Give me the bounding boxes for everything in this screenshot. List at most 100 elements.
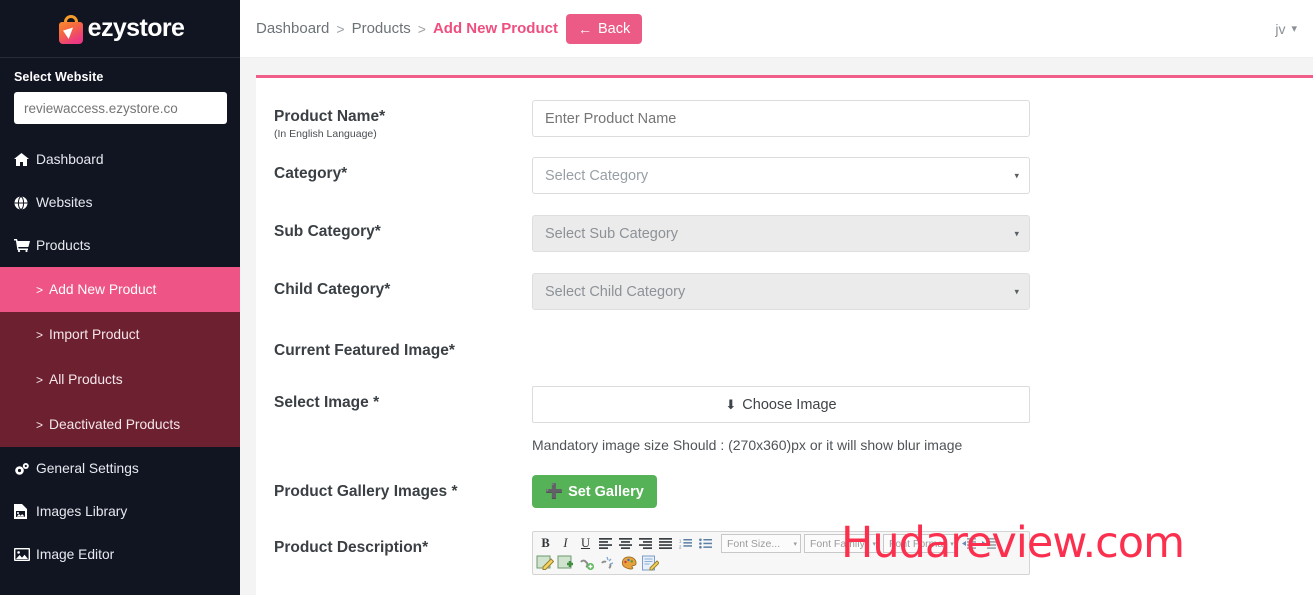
sidebar-item-add-new-product[interactable]: > Add New Product (0, 267, 240, 312)
product-name-input[interactable] (532, 100, 1030, 137)
row-product-gallery: Product Gallery Images * ➕ Set Gallery (256, 475, 1313, 508)
rich-text-editor[interactable]: B I U 1 2 Font Size... ▾ Font Family: ▾ … (532, 531, 1030, 575)
italic-icon[interactable]: I (556, 534, 575, 553)
field-sub-category: ▾ (532, 215, 1030, 252)
field-category: ▾ (532, 157, 1030, 194)
breadcrumb-separator: > (417, 20, 426, 37)
sidebar-item-label: Products (36, 238, 91, 253)
chevron-down-icon: ▾ (872, 540, 876, 548)
field-select-image: ⬇ Choose Image Mandatory image size Shou… (532, 386, 1030, 453)
sidebar-item-label: All Products (49, 372, 123, 387)
image-size-hint: Mandatory image size Should : (270x360)p… (532, 437, 963, 453)
font-size-label: Font Size... (727, 537, 781, 550)
label-text: Product Name* (274, 108, 386, 125)
row-select-image: Select Image * ⬇ Choose Image Mandatory … (256, 386, 1313, 453)
align-right-icon[interactable] (636, 534, 655, 553)
sidebar-item-label: Image Editor (36, 547, 115, 562)
editor-toolbar-row-2 (533, 555, 1029, 574)
select-website-section: Select Website (0, 58, 240, 138)
sidebar-item-images-library[interactable]: Images Library (0, 490, 240, 533)
sidebar-item-products[interactable]: Products (0, 224, 240, 267)
label-sub-category: Sub Category* (274, 223, 381, 240)
child-category-select[interactable] (532, 273, 1030, 310)
align-center-icon[interactable] (616, 534, 635, 553)
choose-image-button[interactable]: ⬇ Choose Image (532, 386, 1030, 423)
sidebar-item-label: Images Library (36, 504, 128, 519)
editor-toolbar-row-1: B I U 1 2 Font Size... ▾ Font Family: ▾ … (533, 532, 1029, 555)
sub-category-select[interactable] (532, 215, 1030, 252)
sidebar-item-all-products[interactable]: > All Products (0, 357, 240, 402)
cart-icon (14, 239, 36, 252)
sidebar-item-general-settings[interactable]: General Settings (0, 447, 240, 490)
row-child-category: Child Category* ▾ (256, 273, 1313, 310)
insert-link-icon[interactable] (578, 555, 596, 572)
font-family-select[interactable]: Font Family: ▾ (804, 534, 880, 553)
chevron-right-icon: > (36, 372, 44, 387)
plus-icon: ➕ (545, 484, 564, 500)
add-product-card: Product Name* (In English Language) Cate… (256, 75, 1313, 595)
back-button[interactable]: ← Back (565, 13, 643, 44)
sidebar-item-deactivated-products[interactable]: > Deactivated Products (0, 402, 240, 447)
breadcrumb-separator: > (336, 20, 345, 37)
breadcrumb-dashboard[interactable]: Dashboard (256, 20, 329, 37)
edit-image-icon[interactable] (536, 555, 555, 572)
sidebar-item-websites[interactable]: Websites (0, 181, 240, 224)
image-file-icon (14, 504, 36, 519)
download-icon: ⬇ (725, 396, 737, 412)
picture-icon (14, 548, 36, 561)
topbar: Dashboard > Products > Add New Product ←… (240, 0, 1313, 58)
gears-icon (14, 462, 36, 476)
breadcrumb: Dashboard > Products > Add New Product ←… (256, 13, 643, 44)
underline-icon[interactable]: U (576, 534, 595, 553)
sidebar: ezystore Select Website Dashboard Websit… (0, 0, 240, 595)
ordered-list-icon[interactable]: 12 (676, 534, 695, 553)
font-format-select[interactable]: Font Format ▾ (883, 534, 957, 553)
field-child-category: ▾ (532, 273, 1030, 310)
bold-icon[interactable]: B (536, 534, 555, 553)
label-product-gallery: Product Gallery Images * (274, 483, 458, 500)
select-website-label: Select Website (14, 70, 104, 84)
align-justify-icon[interactable] (656, 534, 675, 553)
sidebar-item-import-product[interactable]: > Import Product (0, 312, 240, 357)
category-select[interactable] (532, 157, 1030, 194)
label-category: Category* (274, 165, 348, 182)
arrow-left-icon: ← (577, 20, 592, 37)
website-select-input[interactable] (14, 92, 227, 124)
label-product-description: Product Description* (274, 539, 429, 556)
label-select-image: Select Image * (274, 394, 380, 411)
row-product-name: Product Name* (In English Language) (256, 100, 1313, 140)
sidebar-item-label: Websites (36, 195, 93, 210)
font-family-label: Font Family: (810, 537, 868, 550)
brand-logo-area[interactable]: ezystore (0, 0, 240, 58)
back-button-label: Back (597, 20, 631, 37)
content-area: Product Name* (In English Language) Cate… (240, 58, 1313, 595)
align-left-icon[interactable] (596, 534, 615, 553)
set-gallery-label: Set Gallery (568, 483, 644, 500)
font-size-select[interactable]: Font Size... ▾ (721, 534, 801, 553)
sidebar-item-label: Import Product (49, 327, 140, 342)
unordered-list-icon[interactable] (696, 534, 715, 553)
field-product-name (532, 100, 1030, 137)
field-product-description: B I U 1 2 Font Size... ▾ Font Family: ▾ … (532, 531, 1030, 575)
indent-decrease-icon[interactable] (959, 534, 978, 553)
row-sub-category: Sub Category* ▾ (256, 215, 1313, 252)
source-edit-icon[interactable] (641, 555, 660, 572)
label-current-featured-image: Current Featured Image* (274, 342, 455, 359)
label-child-category: Child Category* (274, 281, 391, 298)
sidebar-item-image-editor[interactable]: Image Editor (0, 533, 240, 576)
row-current-featured-image: Current Featured Image* (256, 334, 1313, 360)
sidebar-item-dashboard[interactable]: Dashboard (0, 138, 240, 181)
user-initials: jv (1275, 20, 1286, 37)
row-product-description: Product Description* B I U 1 2 Font Size… (256, 531, 1313, 575)
indent-increase-icon[interactable] (979, 534, 998, 553)
font-format-label: Font Format (889, 537, 947, 550)
breadcrumb-products[interactable]: Products (352, 20, 411, 37)
text-color-icon[interactable] (620, 555, 638, 572)
insert-image-icon[interactable] (557, 555, 575, 572)
unlink-icon[interactable] (599, 555, 617, 572)
sidebar-nav: Dashboard Websites Products (0, 138, 240, 267)
set-gallery-button[interactable]: ➕ Set Gallery (532, 475, 657, 508)
label-product-name: Product Name* (In English Language) (274, 100, 532, 140)
home-icon (14, 153, 36, 166)
user-menu[interactable]: jv ▾ (1275, 21, 1297, 37)
